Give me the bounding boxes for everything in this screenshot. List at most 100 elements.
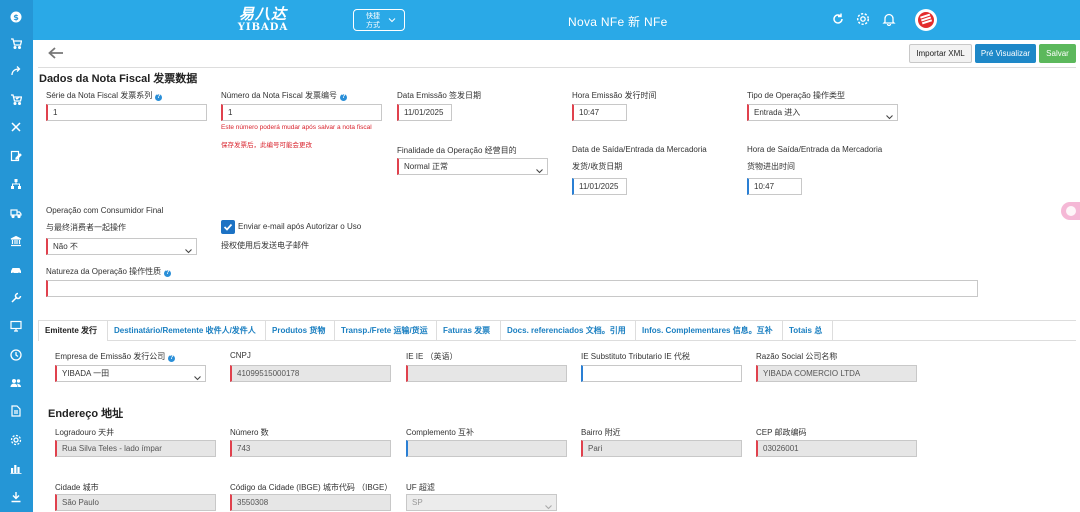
chevron-down-icon <box>536 164 543 174</box>
tab-produtos[interactable]: Produtos 货物 <box>266 321 335 341</box>
tab-faturas[interactable]: Faturas 发票 <box>437 321 501 341</box>
shortcut-label-1: 快捷 <box>366 13 380 20</box>
save-button[interactable]: Salvar <box>1039 44 1076 63</box>
document-icon[interactable] <box>8 403 24 419</box>
hora-saida-label-pt: Hora de Saída/Entrada da Mercadoria <box>747 145 883 154</box>
download-icon[interactable] <box>8 489 24 505</box>
logradouro-input[interactable]: Rua Silva Teles - lado ímpar <box>55 440 216 457</box>
logradouro-label: Logradouro 天井 <box>55 428 115 437</box>
chevron-down-icon <box>886 110 893 120</box>
cart-check-icon[interactable] <box>8 91 24 107</box>
settings-icon[interactable] <box>856 12 870 26</box>
tools-icon[interactable] <box>8 119 24 135</box>
hora-saida-input[interactable]: 10:47 <box>747 178 802 195</box>
cnpj-input[interactable]: 41099515000178 <box>230 365 391 382</box>
brand-logo[interactable]: 易八达 YIBADA <box>233 7 293 35</box>
razao-social-input[interactable]: YIBADA COMERCIO LTDA <box>756 365 917 382</box>
shortcut-label-2: 方式 <box>366 22 380 29</box>
section-title-endereco: Endereço 地址 <box>48 408 124 420</box>
help-icon[interactable]: ? <box>340 94 348 101</box>
complemento-input[interactable] <box>406 440 567 457</box>
cep-input[interactable]: 03026001 <box>756 440 917 457</box>
edit-doc-icon[interactable] <box>8 148 24 164</box>
complemento-label: Complemento 互补 <box>406 428 475 437</box>
cep-label: CEP 邮政编码 <box>756 428 807 437</box>
car-icon[interactable] <box>8 262 24 278</box>
clock-icon[interactable] <box>8 347 24 363</box>
monitor-icon[interactable] <box>8 318 24 334</box>
cart-icon[interactable] <box>8 35 24 51</box>
tabs-bar: Emitente 发行 Destinatário/Remetente 收件人/发… <box>38 320 1076 341</box>
finalidade-select[interactable]: Normal 正常 <box>397 158 548 175</box>
data-saida-label-pt: Data de Saída/Entrada da Mercadoria <box>572 145 707 154</box>
consumidor-label-cn: 与最终消费者一起操作 <box>46 223 126 232</box>
cnpj-label: CNPJ <box>230 351 251 360</box>
help-icon[interactable]: ? <box>164 270 172 277</box>
uf-select[interactable]: SP <box>406 494 557 511</box>
finalidade-label: Finalidade da Operação 经营目的 <box>397 146 517 155</box>
serie-label: Série da Nota Fiscal 发票系列? <box>46 91 163 101</box>
divider <box>38 67 1076 68</box>
chevron-down-icon <box>185 244 192 254</box>
ie-st-label: IE Substituto Tributario IE 代税 <box>581 352 690 361</box>
yibada-logo[interactable] <box>915 9 937 31</box>
import-xml-button[interactable]: Importar XML <box>909 44 972 63</box>
consumidor-final-select[interactable]: Não 不 <box>46 238 197 255</box>
serie-input[interactable]: 1 <box>46 104 207 121</box>
uf-label: UF 超滤 <box>406 483 435 492</box>
cidade-input[interactable]: São Paulo <box>55 494 216 511</box>
numero-endereco-input[interactable]: 743 <box>230 440 391 457</box>
tipo-operacao-select[interactable]: Entrada 进入 <box>747 104 898 121</box>
gear-icon[interactable] <box>8 432 24 448</box>
bairro-input[interactable]: Pari <box>581 440 742 457</box>
tab-emitente[interactable]: Emitente 发行 <box>38 321 108 341</box>
numero-label: Número da Nota Fiscal 发票编号? <box>221 91 348 101</box>
natureza-label: Natureza da Operação 操作性质? <box>46 267 172 277</box>
check-icon <box>223 223 233 231</box>
dollar-icon[interactable]: $ <box>8 9 24 25</box>
users-icon[interactable] <box>8 375 24 391</box>
tab-destinatario[interactable]: Destinatário/Remetente 收件人/发件人 <box>108 321 266 341</box>
refresh-icon[interactable] <box>831 12 845 26</box>
brand-cn: 易八达 <box>238 5 287 23</box>
tab-docs-referenciados[interactable]: Docs. referenciados 文档。引用 <box>501 321 636 341</box>
ibge-input[interactable]: 3550308 <box>230 494 391 511</box>
send-email-label-pt: Enviar e-mail após Autorizar o Uso <box>238 222 362 231</box>
numero-note-cn: 保存发票后，此编号可能会更改 <box>221 142 312 149</box>
share-icon[interactable] <box>8 63 24 79</box>
empresa-select[interactable]: YIBADA 一田 <box>55 365 206 382</box>
tab-transp-frete[interactable]: Transp./Frete 运输/货运 <box>335 321 437 341</box>
emissao-label: Data Emissão 签发日期 <box>397 91 482 100</box>
tab-infos-complementares[interactable]: Infos. Complementares 信息。互补 <box>636 321 783 341</box>
numero-input[interactable]: 1 <box>221 104 382 121</box>
ie-input[interactable] <box>406 365 567 382</box>
data-saida-input[interactable]: 11/01/2025 <box>572 178 627 195</box>
bar-chart-icon[interactable] <box>8 460 24 476</box>
truck-icon[interactable] <box>8 205 24 221</box>
help-icon[interactable]: ? <box>155 94 163 101</box>
shortcut-dropdown[interactable]: 快捷 方式 <box>353 9 405 31</box>
preview-button[interactable]: Pré Visualizar <box>975 44 1036 63</box>
ibge-label: Código da Cidade (IBGE) 城市代码 （IBGE） <box>230 483 393 492</box>
ie-st-input[interactable] <box>581 365 742 382</box>
send-email-checkbox[interactable] <box>221 220 235 234</box>
tab-totais[interactable]: Totais 总 <box>783 321 833 341</box>
floating-assistant-icon[interactable] <box>1061 202 1080 220</box>
natureza-input[interactable] <box>46 280 978 297</box>
tipo-operacao-label: Tipo de Operação 操作类型 <box>747 91 845 100</box>
bell-icon[interactable] <box>882 12 896 26</box>
back-arrow-icon[interactable] <box>47 46 65 60</box>
razao-label: Razão Social 公司名称 <box>756 352 838 361</box>
sidebar: $ <box>0 0 33 512</box>
top-bar: 易八达 YIBADA 快捷 方式 Nova NFe 新 NFe <box>33 0 1080 40</box>
wrench-icon[interactable] <box>8 290 24 306</box>
emissao-date-input[interactable]: 11/01/2025 <box>397 104 452 121</box>
bank-icon[interactable] <box>8 233 24 249</box>
hora-emissao-input[interactable]: 10:47 <box>572 104 627 121</box>
send-email-label-cn: 授权使用后发送电子邮件 <box>221 241 309 250</box>
cidade-label: Cidade 城市 <box>55 483 99 492</box>
help-icon[interactable]: ? <box>168 355 176 362</box>
ie-label: IE IE （英语） <box>406 352 458 361</box>
page-title: Nova NFe 新 NFe <box>568 15 668 29</box>
network-icon[interactable] <box>8 176 24 192</box>
